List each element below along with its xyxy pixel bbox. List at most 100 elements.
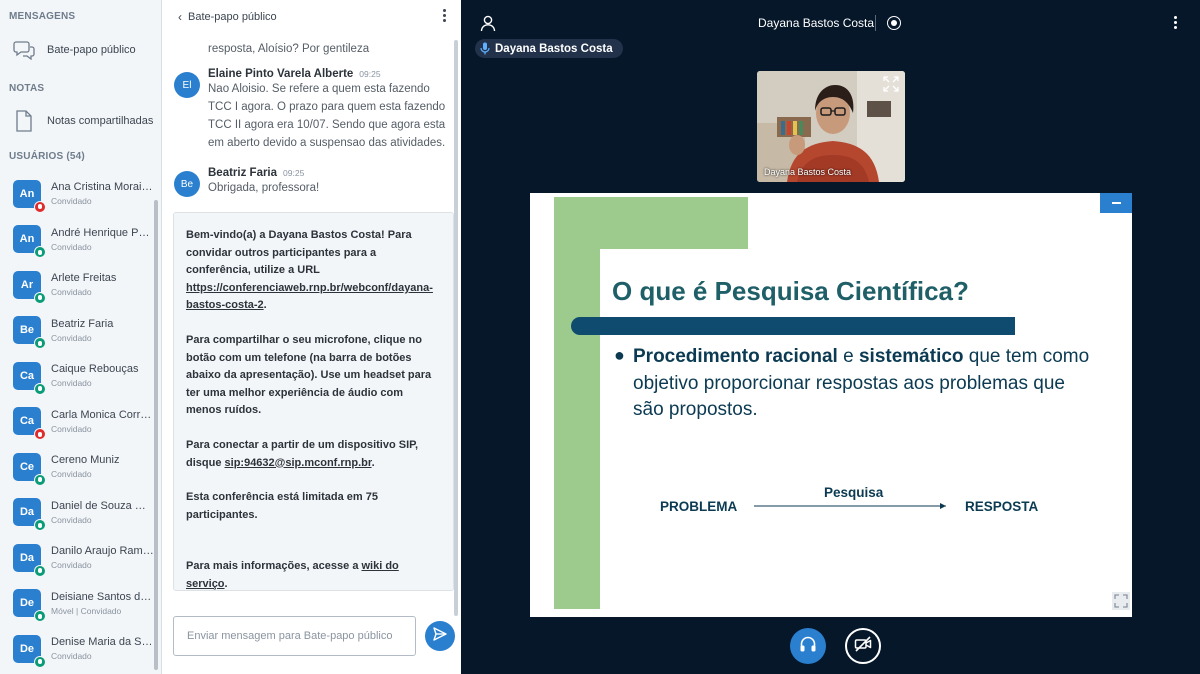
listen-only-icon (34, 337, 46, 350)
user-name: Deisiane Santos da ... (51, 590, 154, 603)
listen-only-icon (34, 473, 46, 486)
listen-only-icon (34, 610, 46, 623)
listen-only-icon (34, 382, 46, 395)
chat-panel: ‹ Bate-papo público resposta, Aloísio? P… (162, 0, 461, 674)
user-list-item[interactable]: De Deisiane Santos da ... Móvel | Convidad… (0, 581, 154, 627)
flow-left-label: PROBLEMA (660, 499, 738, 514)
send-message-button[interactable] (425, 621, 455, 651)
user-role: Convidado (51, 651, 92, 662)
user-name: Denise Maria da Sil... (51, 636, 154, 649)
slide-decoration (554, 197, 748, 249)
users-section-title: USUÁRIOS (54) (9, 151, 85, 162)
listen-only-icon (34, 655, 46, 668)
user-list-item[interactable]: Ar Arlete Freitas Convidado (0, 262, 154, 308)
webcam-username: Dayana Bastos Costa (764, 167, 852, 177)
welcome-message: Bem-vindo(a) a Dayana Bastos Costa! Para… (173, 212, 454, 591)
slide-title-bar (571, 317, 1015, 335)
chat-header: ‹ Bate-papo público (162, 0, 461, 34)
user-role: Convidado (51, 378, 92, 389)
record-icon (891, 20, 897, 26)
expand-icon[interactable] (883, 76, 899, 97)
user-name: André Henrique Per... (51, 226, 154, 239)
presentation-area: Dayana Bastos Costa Dayana Bastos Costa (461, 0, 1200, 674)
avatar: Da (13, 543, 46, 577)
user-list: An Ana Cristina Morais ... Convidado An Andr… (0, 171, 154, 672)
sidebar-item-public-chat[interactable]: Bate-papo público (0, 35, 160, 65)
message-text: Obrigada, professora! (208, 182, 320, 194)
avatar: An (13, 225, 46, 259)
slide-bullet-text: Procedimento racional e sistemático que … (633, 346, 1090, 420)
user-list-item[interactable]: Ce Cereno Muniz Convidado (0, 444, 154, 490)
messages-section-title: MENSAGENS (9, 11, 76, 22)
chat-message-input[interactable] (173, 616, 416, 656)
message-time: 09:25 (359, 69, 381, 79)
user-list-item[interactable]: Da Daniel de Souza Ma... Convidado (0, 490, 154, 536)
avatar: Ar (13, 270, 46, 304)
presentation-slide[interactable]: O que é Pesquisa Científica? ● Procedime… (530, 193, 1132, 617)
conference-url-link[interactable]: https://conferenciaweb.rnp.br/webconf/da… (186, 282, 433, 312)
options-menu-icon[interactable] (1174, 16, 1178, 31)
bullet-icon: ● (614, 345, 625, 365)
meeting-title: Dayana Bastos Costa (758, 16, 875, 30)
avatar: Ce (13, 452, 46, 486)
send-icon (433, 626, 447, 646)
user-name: Beatriz Faria (51, 317, 114, 330)
listen-only-icon (34, 246, 46, 259)
listen-only-icon (34, 564, 46, 577)
user-list-panel: MENSAGENS Bate-papo público NOTAS Notas … (0, 0, 162, 674)
user-list-item[interactable]: De Denise Maria da Sil... Convidado (0, 626, 154, 672)
sidebar-item-label: Bate-papo público (47, 44, 136, 56)
document-icon (13, 110, 35, 132)
record-button[interactable] (887, 16, 901, 30)
fullscreen-icon[interactable] (1112, 592, 1130, 615)
listen-only-icon (34, 291, 46, 304)
chevron-left-icon[interactable]: ‹ (178, 10, 182, 24)
user-name: Carla Monica Correi... (51, 408, 154, 421)
user-name: Daniel de Souza Ma... (51, 499, 154, 512)
message-author: Elaine Pinto Varela Alberte 09:25 (208, 68, 381, 80)
sidebar-item-shared-notes[interactable]: Notas compartilhadas (0, 106, 160, 136)
user-role: Convidado (51, 514, 92, 525)
user-role: Convidado (51, 423, 92, 434)
webcam-video[interactable]: Dayana Bastos Costa (757, 71, 905, 182)
user-list-item[interactable]: Ca Carla Monica Correi... Convidado (0, 399, 154, 445)
user-role: Convidado (51, 196, 92, 207)
user-list-toggle-icon[interactable] (479, 14, 497, 32)
user-list-item[interactable]: Ca Caique Rebouças Convidado (0, 353, 154, 399)
user-list-item[interactable]: An André Henrique Per... Convidado (0, 217, 154, 263)
user-role: Convidado (51, 332, 92, 343)
slide-decoration (600, 249, 630, 279)
flow-right-label: RESPOSTA (965, 499, 1039, 514)
user-list-scrollbar[interactable] (154, 200, 158, 670)
talking-indicator[interactable]: Dayana Bastos Costa (475, 39, 623, 58)
user-role: Convidado (51, 560, 92, 571)
sip-link[interactable]: sip:94632@sip.mconf.rnp.br (225, 457, 372, 469)
avatar: De (13, 634, 46, 668)
avatar: Be (174, 171, 200, 197)
minus-icon (1111, 202, 1121, 204)
chat-title: Bate-papo público (188, 11, 277, 23)
avatar: Da (13, 498, 46, 532)
chat-message-fragment: resposta, Aloísio? Por gentileza (208, 43, 370, 55)
chat-options-icon[interactable] (443, 9, 447, 24)
user-role: Convidado (51, 287, 92, 298)
avatar: An (13, 179, 46, 213)
sidebar-item-label: Notas compartilhadas (47, 115, 154, 127)
microphone-icon (480, 42, 490, 55)
avatar: El (174, 72, 200, 98)
audio-button[interactable] (790, 628, 826, 664)
user-name: Arlete Freitas (51, 272, 117, 285)
share-webcam-button[interactable] (845, 628, 881, 664)
user-list-item[interactable]: Be Beatriz Faria Convidado (0, 308, 154, 354)
user-name: Ana Cristina Morais ... (51, 181, 154, 194)
divider (875, 15, 876, 31)
notes-section-title: NOTAS (9, 83, 45, 94)
user-list-item[interactable]: Da Danilo Araujo Rama... Convidado (0, 535, 154, 581)
minimize-presentation-button[interactable] (1100, 193, 1132, 213)
user-list-item[interactable]: An Ana Cristina Morais ... Convidado (0, 171, 154, 217)
chat-scrollbar[interactable] (454, 40, 458, 616)
user-name: Caique Rebouças (51, 363, 139, 376)
message-text: Nao Aloisio. Se refere a quem esta fazen… (208, 83, 446, 149)
message-time: 09:25 (283, 168, 305, 178)
user-role: Convidado (51, 241, 92, 252)
